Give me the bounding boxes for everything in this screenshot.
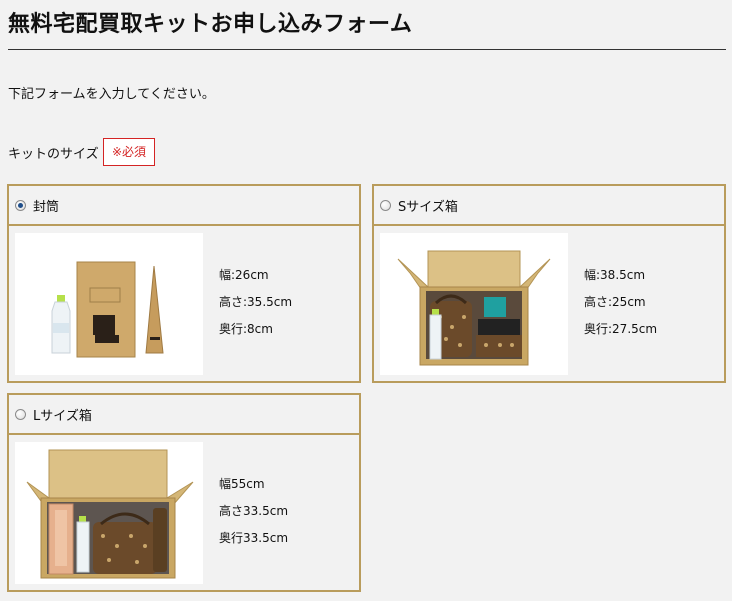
page-title: 無料宅配買取キットお申し込みフォーム: [8, 12, 413, 37]
kit-option-small-box-header[interactable]: Sサイズ箱: [374, 186, 724, 226]
small-box-depth: 奥行:27.5cm: [584, 322, 658, 336]
kit-option-envelope[interactable]: 封筒 幅:26cm 高さ:35.5cm 奥行:8cm: [7, 184, 361, 383]
large-box-width: 幅55cm: [219, 477, 265, 491]
kit-option-large-box-header[interactable]: Lサイズ箱: [9, 395, 359, 435]
small-box-dimensions: 幅:38.5cm 高さ:25cm 奥行:27.5cm: [584, 262, 657, 343]
title-divider: [8, 49, 726, 50]
envelope-radio[interactable]: [15, 199, 26, 211]
large-box-height: 高さ33.5cm: [219, 504, 289, 518]
envelope-dimensions: 幅:26cm 高さ:35.5cm 奥行:8cm: [219, 262, 292, 343]
kit-option-envelope-header[interactable]: 封筒: [9, 186, 359, 226]
envelope-depth: 奥行:8cm: [219, 322, 273, 336]
form-instructions: 下記フォームを入力してください。: [8, 87, 215, 102]
large-box-depth: 奥行33.5cm: [219, 531, 289, 545]
kit-option-large-box-label: Lサイズ箱: [33, 408, 92, 424]
kit-size-label: キットのサイズ: [8, 147, 99, 162]
large-box-radio[interactable]: [15, 408, 26, 420]
kit-option-small-box[interactable]: Sサイズ箱 幅:38.5cm 高さ:25cm 奥行:27.5cm: [372, 184, 726, 383]
envelope-kit-photo: [15, 233, 203, 375]
kit-option-large-box[interactable]: Lサイズ箱 幅55cm 高さ33.5cm 奥行33.5cm: [7, 393, 361, 592]
small-box-radio[interactable]: [380, 199, 391, 211]
kit-option-small-box-label: Sサイズ箱: [398, 199, 458, 215]
large-box-kit-photo: [15, 442, 203, 584]
required-badge: ※必須: [103, 138, 155, 166]
small-box-kit-photo: [380, 233, 568, 375]
envelope-height: 高さ:35.5cm: [219, 295, 293, 309]
large-box-dimensions: 幅55cm 高さ33.5cm 奥行33.5cm: [219, 471, 288, 552]
small-box-height: 高さ:25cm: [584, 295, 646, 309]
envelope-width: 幅:26cm: [219, 268, 269, 282]
small-box-width: 幅:38.5cm: [584, 268, 646, 282]
kit-option-envelope-label: 封筒: [33, 199, 60, 215]
